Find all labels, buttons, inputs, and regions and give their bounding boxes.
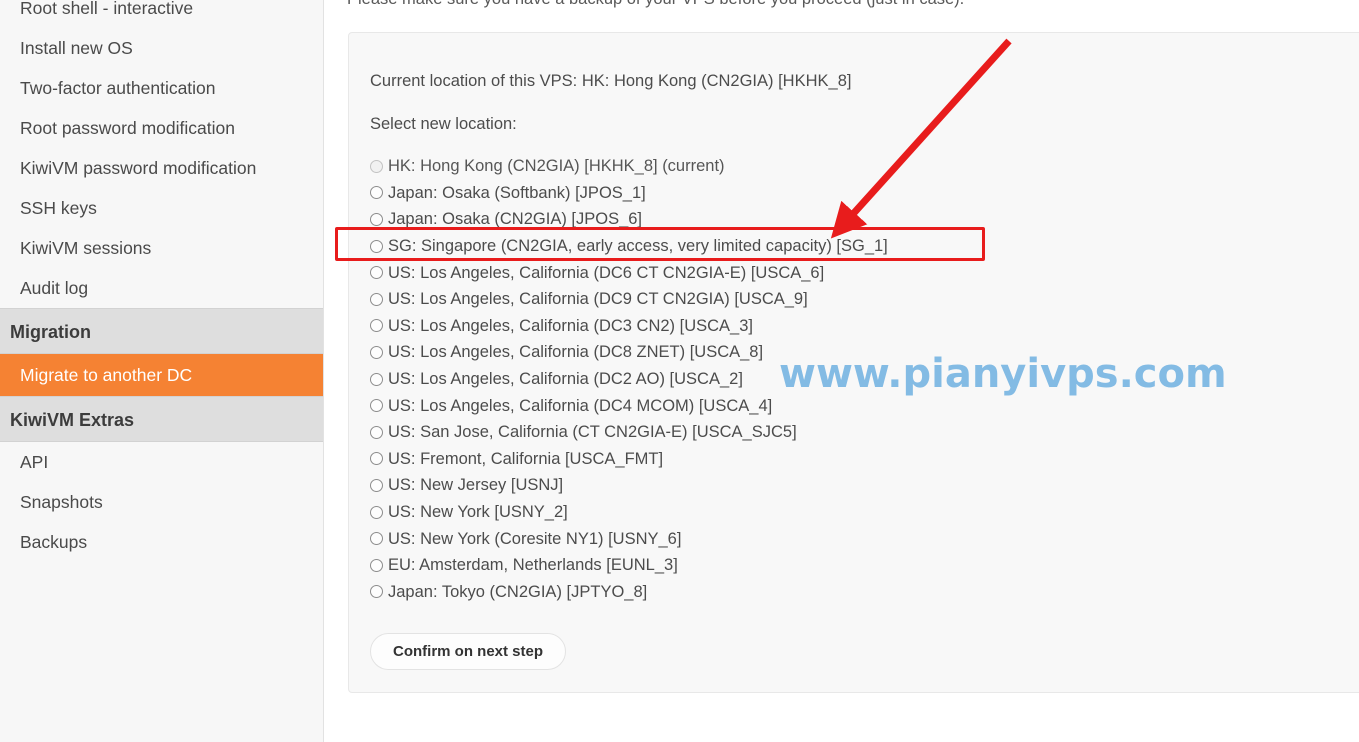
radio-button-icon[interactable] xyxy=(370,399,383,413)
radio-button-icon[interactable] xyxy=(370,159,383,173)
radio-button-icon[interactable] xyxy=(370,345,383,359)
radio-button-icon[interactable] xyxy=(370,319,383,333)
confirm-on-next-step-button[interactable]: Confirm on next step xyxy=(370,633,567,670)
location-option-label: US: Los Angeles, California (DC8 ZNET) [… xyxy=(388,343,764,362)
sidebar-item-root-password-modification[interactable]: Root password modification xyxy=(0,108,323,148)
location-option-label: US: Los Angeles, California (DC2 AO) [US… xyxy=(388,370,743,389)
location-option-row[interactable]: Japan: Tokyo (CN2GIA) [JPTYO_8] xyxy=(370,579,1330,606)
location-option-row[interactable]: US: Fremont, California [USCA_FMT] xyxy=(370,446,1330,473)
location-option-label: US: San Jose, California (CT CN2GIA-E) [… xyxy=(388,423,797,442)
sidebar-item-kiwivm-password-modification[interactable]: KiwiVM password modification xyxy=(0,148,323,188)
location-option-label: HK: Hong Kong (CN2GIA) [HKHK_8] (current… xyxy=(388,157,725,176)
location-option-row[interactable]: SG: Singapore (CN2GIA, early access, ver… xyxy=(370,233,1330,260)
sidebar-item-list: Root shell - interactive Install new OS Tw… xyxy=(0,0,323,562)
location-option-label: US: New York (Coresite NY1) [USNY_6] xyxy=(388,529,682,548)
location-option-row[interactable]: EU: Amsterdam, Netherlands [EUNL_3] xyxy=(370,552,1330,579)
location-option-label: US: Los Angeles, California (DC6 CT CN2G… xyxy=(388,263,825,282)
location-option-row[interactable]: US: New York (Coresite NY1) [USNY_6] xyxy=(370,525,1330,552)
location-option-row[interactable]: US: Los Angeles, California (DC2 AO) [US… xyxy=(370,366,1330,393)
location-option-row[interactable]: US: Los Angeles, California (DC8 ZNET) [… xyxy=(370,339,1330,366)
select-new-location-label: Select new location: xyxy=(370,115,517,133)
radio-button-icon[interactable] xyxy=(370,425,383,439)
radio-button-icon[interactable] xyxy=(370,266,383,280)
sidebar-section-header-migration: Migration xyxy=(0,308,323,354)
radio-button-icon[interactable] xyxy=(370,532,383,546)
radio-button-icon[interactable] xyxy=(370,239,383,253)
location-option-row[interactable]: US: San Jose, California (CT CN2GIA-E) [… xyxy=(370,419,1330,446)
backup-notice: Please make sure you have a backup of yo… xyxy=(347,0,964,9)
location-option-label: US: Los Angeles, California (DC4 MCOM) [… xyxy=(388,396,773,415)
location-option-label: US: Los Angeles, California (DC3 CN2) [U… xyxy=(388,316,753,335)
current-location-text: Current location of this VPS: HK: Hong K… xyxy=(370,72,852,90)
radio-button-icon[interactable] xyxy=(370,372,383,386)
location-option-row[interactable]: US: Los Angeles, California (DC4 MCOM) [… xyxy=(370,392,1330,419)
location-option-row[interactable]: HK: Hong Kong (CN2GIA) [HKHK_8] (current… xyxy=(370,153,1330,180)
location-option-label: SG: Singapore (CN2GIA, early access, ver… xyxy=(388,237,888,256)
sidebar-item-install-new-os[interactable]: Install new OS xyxy=(0,28,323,68)
radio-button-icon[interactable] xyxy=(370,212,383,226)
sidebar-item-migrate-to-another-dc[interactable]: Migrate to another DC xyxy=(0,354,323,396)
sidebar-item-api[interactable]: API xyxy=(0,442,323,482)
sidebar-item-ssh-keys[interactable]: SSH keys xyxy=(0,188,323,228)
sidebar-item-kiwivm-sessions[interactable]: KiwiVM sessions xyxy=(0,228,323,268)
location-option-label: US: New Jersey [USNJ] xyxy=(388,476,564,495)
radio-button-icon[interactable] xyxy=(370,452,383,466)
location-option-label: US: New York [USNY_2] xyxy=(388,503,568,522)
radio-button-icon[interactable] xyxy=(370,505,383,519)
location-option-label: EU: Amsterdam, Netherlands [EUNL_3] xyxy=(388,556,678,575)
location-option-row[interactable]: US: Los Angeles, California (DC9 CT CN2G… xyxy=(370,286,1330,313)
main-content: Please make sure you have a backup of yo… xyxy=(324,0,1359,742)
radio-button-icon[interactable] xyxy=(370,478,383,492)
location-radio-group: HK: Hong Kong (CN2GIA) [HKHK_8] (current… xyxy=(370,153,1330,605)
sidebar-nav: Root shell - interactive Install new OS Tw… xyxy=(0,0,324,742)
sidebar-item-snapshots[interactable]: Snapshots xyxy=(0,482,323,522)
location-option-row[interactable]: US: Los Angeles, California (DC6 CT CN2G… xyxy=(370,259,1330,286)
location-option-row[interactable]: US: New Jersey [USNJ] xyxy=(370,472,1330,499)
location-option-label: US: Los Angeles, California (DC9 CT CN2G… xyxy=(388,290,808,309)
location-option-row[interactable]: Japan: Osaka (CN2GIA) [JPOS_6] xyxy=(370,206,1330,233)
location-option-label: US: Fremont, California [USCA_FMT] xyxy=(388,449,664,468)
page-root: Root shell - interactive Install new OS Tw… xyxy=(0,0,1359,742)
location-option-row[interactable]: Japan: Osaka (Softbank) [JPOS_1] xyxy=(370,180,1330,207)
location-option-row[interactable]: US: New York [USNY_2] xyxy=(370,499,1330,526)
sidebar-item-backups[interactable]: Backups xyxy=(0,522,323,562)
location-option-label: Japan: Osaka (Softbank) [JPOS_1] xyxy=(388,183,646,202)
location-option-label: Japan: Tokyo (CN2GIA) [JPTYO_8] xyxy=(388,582,648,601)
sidebar-item-audit-log[interactable]: Audit log xyxy=(0,268,323,308)
sidebar-section-header-kiwivm-extras: KiwiVM Extras xyxy=(0,396,323,442)
sidebar-item-two-factor-authentication[interactable]: Two-factor authentication xyxy=(0,68,323,108)
sidebar-item-root-shell-interactive[interactable]: Root shell - interactive xyxy=(0,0,323,28)
migration-panel: Current location of this VPS: HK: Hong K… xyxy=(348,32,1359,693)
location-option-label: Japan: Osaka (CN2GIA) [JPOS_6] xyxy=(388,210,643,229)
radio-button-icon[interactable] xyxy=(370,292,383,306)
location-option-row[interactable]: US: Los Angeles, California (DC3 CN2) [U… xyxy=(370,313,1330,340)
radio-button-icon[interactable] xyxy=(370,558,383,572)
radio-button-icon[interactable] xyxy=(370,186,383,200)
radio-button-icon[interactable] xyxy=(370,585,383,599)
